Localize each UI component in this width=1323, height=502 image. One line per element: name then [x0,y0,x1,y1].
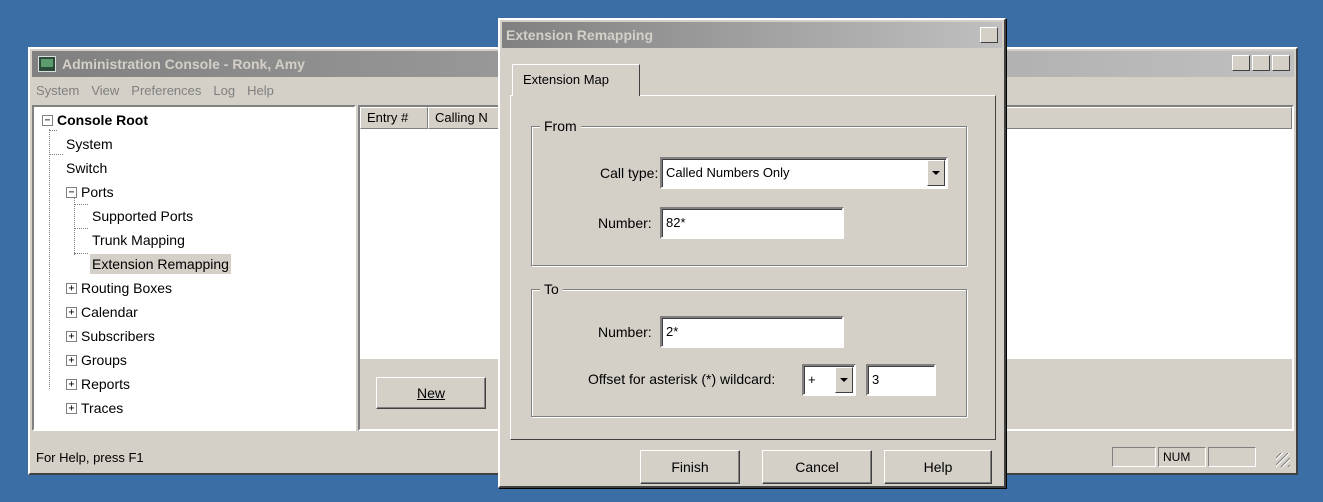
menu-log[interactable]: Log [213,83,235,98]
tree-item-label: Trunk Mapping [92,232,185,248]
tree-item-traces[interactable]: + Traces [66,397,123,419]
expand-icon[interactable]: + [66,330,77,342]
offset-label: Offset for asterisk (*) wildcard: [588,371,776,387]
tree-item-trunk-mapping[interactable]: Trunk Mapping [92,229,185,251]
tree-item-routing-boxes[interactable]: + Routing Boxes [66,277,172,299]
collapse-icon[interactable]: − [66,186,77,198]
console-tree: − Console Root System Switch − Ports Sup… [32,105,356,431]
tree-item-subscribers[interactable]: + Subscribers [66,325,155,347]
dialog-titlebar[interactable]: Extension Remapping × [502,22,1002,48]
call-type-value: Called Numbers Only [666,165,790,180]
new-button[interactable]: New [376,377,486,409]
chevron-down-icon[interactable] [835,367,853,393]
tree-root-label: Console Root [57,112,148,128]
maximize-button[interactable]: □ [1252,55,1270,71]
tree-item-label: Supported Ports [92,208,194,224]
collapse-icon[interactable]: − [42,114,53,126]
to-group: To Number: 2* Offset for asterisk (*) wi… [531,281,967,417]
from-number-input[interactable]: 82* [660,207,844,239]
tree-item-label: Switch [66,160,108,176]
offset-sign-value: + [808,372,816,387]
status-panel-3 [1208,447,1256,467]
tree-item-groups[interactable]: + Groups [66,349,127,371]
from-legend: From [540,118,581,134]
expand-icon[interactable]: + [66,378,77,390]
tree-item-supported-ports[interactable]: Supported Ports [92,205,193,227]
expand-icon[interactable]: + [66,354,77,366]
tree-item-label: Traces [81,400,124,416]
expand-icon[interactable]: + [66,402,77,414]
extension-remapping-dialog: Extension Remapping × Extension Map From… [498,18,1006,488]
tree-item-system[interactable]: System [66,133,113,155]
chevron-down-icon[interactable] [927,160,945,186]
from-group: From Call type: Called Numbers Only Numb… [531,118,967,266]
tree-item-label: Ports [81,184,114,200]
tree-item-switch[interactable]: Switch [66,157,107,179]
tree-item-label: Extension Remapping [90,254,231,274]
offset-sign-select[interactable]: + [802,364,856,396]
tree-item-label: Subscribers [81,328,155,344]
tree-item-label: Routing Boxes [81,280,173,296]
tree-root[interactable]: − Console Root [42,109,148,131]
menu-system[interactable]: System [36,83,79,98]
tree-item-label: Calendar [81,304,138,320]
call-type-select[interactable]: Called Numbers Only [660,157,948,189]
menu-preferences[interactable]: Preferences [131,83,201,98]
column-header-entry[interactable]: Entry # [360,107,428,129]
minimize-button[interactable]: _ [1232,55,1250,71]
status-panel-num: NUM [1158,447,1206,467]
new-button-label: New [416,385,445,401]
status-panel-1 [1112,447,1156,467]
tree-item-calendar[interactable]: + Calendar [66,301,138,323]
call-type-label: Call type: [600,165,659,181]
tree-item-label: Reports [81,376,131,392]
status-text: For Help, press F1 [36,449,144,465]
from-number-label: Number: [598,215,652,231]
expand-icon[interactable]: + [66,282,77,294]
to-number-input[interactable]: 2* [660,316,844,348]
tree-item-ports[interactable]: − Ports [66,181,114,203]
to-legend: To [540,281,563,297]
dialog-title: Extension Remapping [506,27,654,43]
offset-value-input[interactable]: 3 [866,364,936,396]
finish-button[interactable]: Finish [640,450,740,484]
console-app-icon [38,56,56,72]
extension-map-panel: From Call type: Called Numbers Only Numb… [510,95,996,440]
menu-view[interactable]: View [91,83,119,98]
tab-extension-map[interactable]: Extension Map [512,64,640,96]
menu-help[interactable]: Help [247,83,274,98]
close-button[interactable]: × [1272,55,1290,71]
help-button[interactable]: Help [884,450,992,484]
tree-item-label: Groups [81,352,127,368]
main-window-title: Administration Console - Ronk, Amy [62,56,305,72]
tree-item-reports[interactable]: + Reports [66,373,130,395]
to-number-label: Number: [598,324,652,340]
cancel-button[interactable]: Cancel [762,450,872,484]
expand-icon[interactable]: + [66,306,77,318]
resize-grip-icon[interactable] [1276,453,1290,467]
tree-item-label: System [66,136,113,152]
tree-item-extension-remapping[interactable]: Extension Remapping [90,253,231,275]
dialog-close-button[interactable]: × [980,27,998,43]
